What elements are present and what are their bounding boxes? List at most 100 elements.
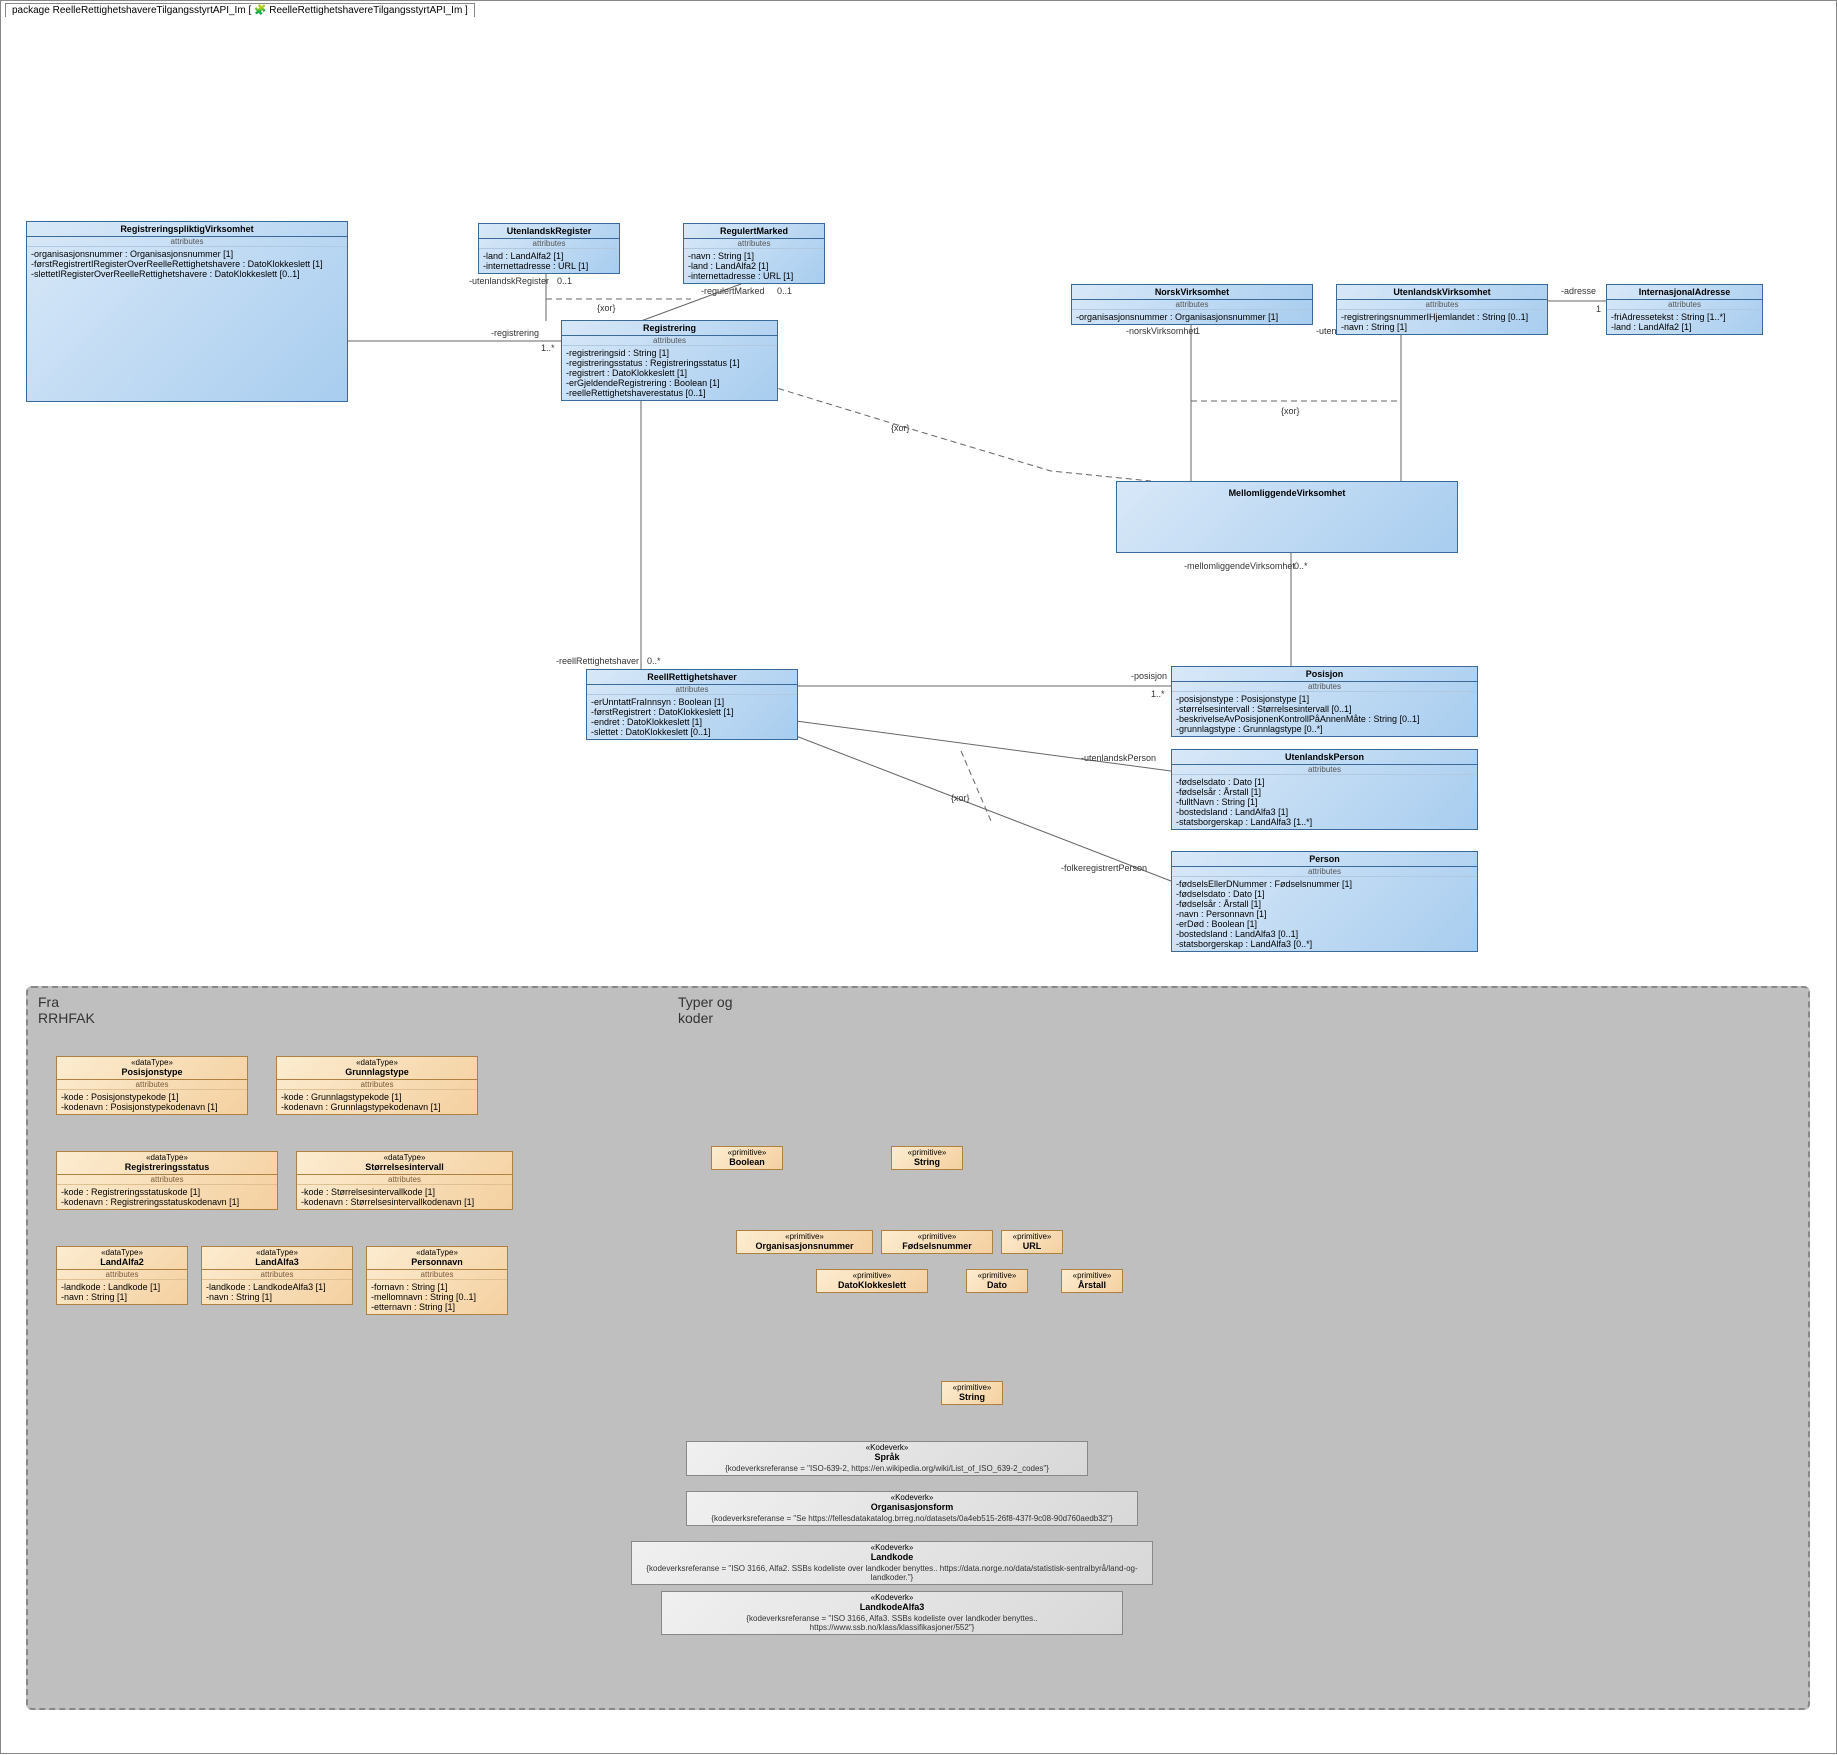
stereotype: «primitive» (882, 1231, 992, 1241)
reellRettighetshaver-mult: 0..* (647, 656, 661, 666)
class-attrs: -fødselsdato : Dato [1] -fødselsår : Års… (1172, 775, 1477, 829)
datatype-registreringsstatus: «dataType» Registreringsstatus attribute… (56, 1151, 278, 1210)
class-attrs: -posisjonstype : Posisjonstype [1] -stør… (1172, 692, 1477, 736)
attr-row: -statsborgerskap : LandAlfa3 [0..*] (1176, 939, 1473, 949)
primitive-string: «primitive» String (891, 1146, 963, 1170)
datatype-grunnlagstype: «dataType» Grunnlagstype attributes -kod… (276, 1056, 478, 1115)
kodeverk-sprak: «Kodeverk» Språk {kodeverksreferanse = "… (686, 1441, 1088, 1476)
class-regulert-marked: RegulertMarked attributes -navn : String… (683, 223, 825, 284)
attr-label: attributes (202, 1270, 352, 1280)
posisjon-mult: 1..* (1151, 689, 1165, 699)
attr-row: -fødselsdato : Dato [1] (1176, 777, 1473, 787)
attr-row: -erUnntattFraInnsyn : Boolean [1] (591, 697, 793, 707)
primitive-dato: «primitive» Dato (966, 1269, 1028, 1293)
primitive-title: DatoKlokkeslett (817, 1280, 927, 1292)
attr-label: attributes (1172, 867, 1477, 877)
attr-row: -fornavn : String [1] (371, 1282, 503, 1292)
class-person: Person attributes -fødselsEllerDNummer :… (1171, 851, 1478, 952)
xor1-label: {xor} (597, 303, 616, 313)
class-attrs: -organisasjonsnummer : Organisasjonsnumm… (1072, 310, 1312, 324)
attr-row: -slettet : DatoKlokkeslett [0..1] (591, 727, 793, 737)
stereotype: «primitive» (1002, 1231, 1062, 1241)
attr-row: -organisasjonsnummer : Organisasjonsnumm… (31, 249, 343, 259)
primitive-title: Boolean (712, 1157, 782, 1169)
attr-label: attributes (57, 1175, 277, 1185)
primitive-fodselsnummer: «primitive» Fødselsnummer (881, 1230, 993, 1254)
class-attrs: -registreringsid : String [1] -registrer… (562, 346, 777, 400)
kodeverk-title: Landkode (632, 1552, 1152, 1563)
class-title: UtenlandskPerson (1172, 750, 1477, 765)
package-label: package (12, 5, 53, 16)
attr-row: -kode : Grunnlagstypekode [1] (281, 1092, 473, 1102)
kodeverk-note: {kodeverksreferanse = "Se https://felles… (687, 1513, 1137, 1525)
datatype-title: LandAlfa3 (202, 1257, 352, 1270)
stereotype: «dataType» (57, 1152, 277, 1162)
class-attrs: -registreringsnummerIHjemlandet : String… (1337, 310, 1547, 334)
kodeverk-note: {kodeverksreferanse = "ISO-639-2, https:… (687, 1463, 1087, 1475)
attr-row: -kodenavn : Registreringsstatuskodenavn … (61, 1197, 273, 1207)
datatype-title: Personnavn (367, 1257, 507, 1270)
attr-row: -kodenavn : Posisjonstypekodenavn [1] (61, 1102, 243, 1112)
attr-label: attributes (1072, 300, 1312, 310)
kodeverk-note: {kodeverksreferanse = "ISO 3166, Alfa2. … (632, 1563, 1152, 1584)
region-title-line: Typer og (678, 994, 732, 1010)
attr-label: attributes (1337, 300, 1547, 310)
attr-row: -fødselsdato : Dato [1] (1176, 889, 1473, 899)
attr-row: -kode : Posisjonstypekode [1] (61, 1092, 243, 1102)
norskVirksomhet-mult: 1 (1195, 326, 1200, 336)
class-title: RegistreringspliktigVirksomhet (27, 222, 347, 237)
class-attrs: -fødselsEllerDNummer : Fødselsnummer [1]… (1172, 877, 1477, 951)
stereotype: «Kodeverk» (687, 1442, 1087, 1452)
datatype-attrs: -kode : Størrelsesintervallkode [1] -kod… (297, 1185, 512, 1209)
class-title: UtenlandskVirksomhet (1337, 285, 1547, 300)
attr-row: -navn : Personnavn [1] (1176, 909, 1473, 919)
attr-row: -bostedsland : LandAlfa3 [1] (1176, 807, 1473, 817)
attr-row: -grunnlagstype : Grunnlagstype [0..*] (1176, 724, 1473, 734)
datatype-personnavn: «dataType» Personnavn attributes -fornav… (366, 1246, 508, 1315)
datatype-title: LandAlfa2 (57, 1257, 187, 1270)
class-title: Registrering (562, 321, 777, 336)
attr-row: -landkode : LandkodeAlfa3 [1] (206, 1282, 348, 1292)
package-tail: [ 🧩 ReelleRettighetshavereTilgangsstyrtA… (248, 5, 467, 16)
region-typer-title: Typer og koder (678, 994, 732, 1026)
stereotype: «Kodeverk» (687, 1492, 1137, 1502)
class-utenlandsk-register: UtenlandskRegister attributes -land : La… (478, 223, 620, 274)
primitive-string-2: «primitive» String (941, 1381, 1003, 1405)
class-title: NorskVirksomhet (1072, 285, 1312, 300)
attr-row: -fødselsår : Årstall [1] (1176, 899, 1473, 909)
stereotype: «dataType» (57, 1057, 247, 1067)
attr-row: -friAdressetekst : String [1..*] (1611, 312, 1758, 322)
kodeverk-landkodealfa3: «Kodeverk» LandkodeAlfa3 {kodeverksrefer… (661, 1591, 1123, 1635)
attr-label: attributes (57, 1270, 187, 1280)
primitive-url: «primitive» URL (1001, 1230, 1063, 1254)
class-reell-rettighetshaver: ReellRettighetshaver attributes -erUnnta… (586, 669, 798, 740)
attr-label: attributes (57, 1080, 247, 1090)
attr-row: -posisjonstype : Posisjonstype [1] (1176, 694, 1473, 704)
kodeverk-title: LandkodeAlfa3 (662, 1602, 1122, 1613)
attr-row: -beskrivelseAvPosisjonenKontrollPåAnnenM… (1176, 714, 1473, 724)
class-title: InternasjonalAdresse (1607, 285, 1762, 300)
kodeverk-note: {kodeverksreferanse = "ISO 3166, Alfa3. … (662, 1613, 1122, 1634)
kodeverk-organisasjonsform: «Kodeverk» Organisasjonsform {kodeverksr… (686, 1491, 1138, 1526)
kodeverk-title: Språk (687, 1452, 1087, 1463)
class-title: MellomliggendeVirksomhet (1117, 482, 1457, 500)
attr-row: -land : LandAlfa2 [1] (483, 251, 615, 261)
class-attrs: -land : LandAlfa2 [1] -internettadresse … (479, 249, 619, 273)
stereotype: «Kodeverk» (662, 1592, 1122, 1602)
class-attrs: -erUnntattFraInnsyn : Boolean [1] -først… (587, 695, 797, 739)
attr-row: -navn : String [1] (206, 1292, 348, 1302)
primitive-title: String (892, 1157, 962, 1169)
kodeverk-title: Organisasjonsform (687, 1502, 1137, 1513)
norskVirksomhet-label: -norskVirksomhet (1126, 326, 1196, 336)
attr-row: -fulltNavn : String [1] (1176, 797, 1473, 807)
stereotype: «dataType» (367, 1247, 507, 1257)
primitive-title: Årstall (1062, 1280, 1122, 1292)
stereotype: «primitive» (892, 1147, 962, 1157)
attr-row: -fødselsEllerDNummer : Fødselsnummer [1] (1176, 879, 1473, 889)
attr-row: -internettadresse : URL [1] (688, 271, 820, 281)
primitive-title: String (942, 1392, 1002, 1404)
assoc-registrering-mult: 1..* (541, 343, 555, 353)
primitive-title: Organisasjonsnummer (737, 1241, 872, 1253)
primitive-datoklokkeslett: «primitive» DatoKlokkeslett (816, 1269, 928, 1293)
class-attrs: -organisasjonsnummer : Organisasjonsnumm… (27, 247, 347, 281)
